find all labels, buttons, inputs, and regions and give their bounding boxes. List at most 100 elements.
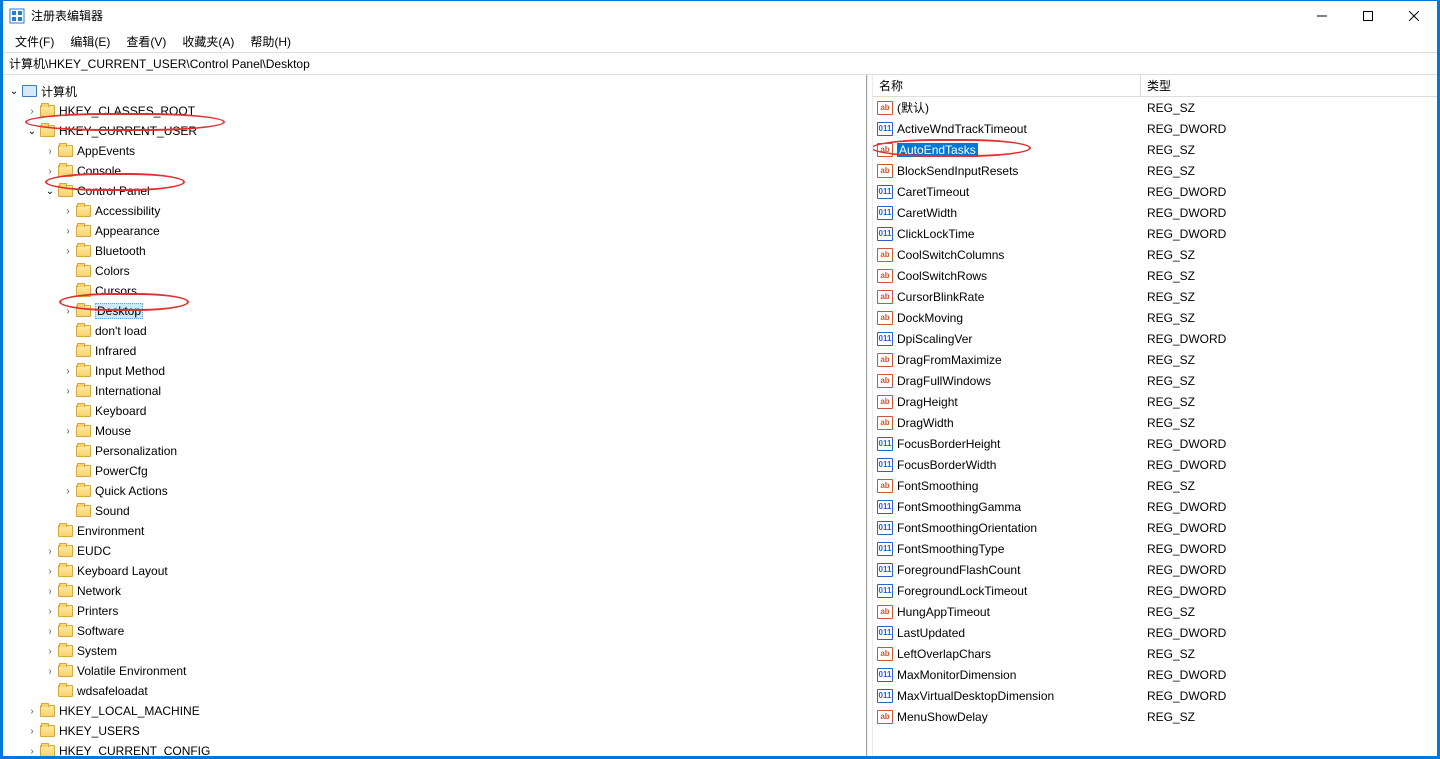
expander-icon[interactable]: ›: [61, 206, 75, 217]
expander-icon[interactable]: ›: [43, 646, 57, 657]
value-row[interactable]: 011CaretTimeoutREG_DWORD: [873, 181, 1437, 202]
expander-icon[interactable]: ›: [25, 706, 39, 717]
tree-cp-personalization[interactable]: Personalization: [7, 441, 866, 461]
expander-icon[interactable]: ›: [61, 486, 75, 497]
expander-icon[interactable]: ›: [61, 246, 75, 257]
close-button[interactable]: [1391, 1, 1437, 31]
expander-icon[interactable]: ›: [61, 426, 75, 437]
minimize-button[interactable]: [1299, 1, 1345, 31]
tree-cp-infrared[interactable]: Infrared: [7, 341, 866, 361]
tree-cp-international[interactable]: ›International: [7, 381, 866, 401]
tree-cp-desktop[interactable]: ›Desktop: [7, 301, 866, 321]
tree-hkcu-printers[interactable]: ›Printers: [7, 601, 866, 621]
value-row[interactable]: abLeftOverlapCharsREG_SZ: [873, 643, 1437, 664]
column-type[interactable]: 类型: [1141, 75, 1437, 96]
value-row[interactable]: abBlockSendInputResetsREG_SZ: [873, 160, 1437, 181]
tree-cp-don-t-load[interactable]: don't load: [7, 321, 866, 341]
menu-edit[interactable]: 编辑(E): [62, 31, 118, 52]
value-row[interactable]: abCursorBlinkRateREG_SZ: [873, 286, 1437, 307]
value-row[interactable]: 011ActiveWndTrackTimeoutREG_DWORD: [873, 118, 1437, 139]
tree-hkcu-control-panel[interactable]: ⌄Control Panel: [7, 181, 866, 201]
expander-icon[interactable]: ›: [61, 226, 75, 237]
tree-hkcu-software[interactable]: ›Software: [7, 621, 866, 641]
tree-cp-colors[interactable]: Colors: [7, 261, 866, 281]
address-bar[interactable]: 计算机\HKEY_CURRENT_USER\Control Panel\Desk…: [3, 53, 1437, 75]
tree-hku[interactable]: ›HKEY_USERS: [7, 721, 866, 741]
tree-cp-appearance[interactable]: ›Appearance: [7, 221, 866, 241]
tree-cp-bluetooth[interactable]: ›Bluetooth: [7, 241, 866, 261]
expander-icon[interactable]: ⌄: [43, 186, 57, 197]
value-row[interactable]: 011FocusBorderHeightREG_DWORD: [873, 433, 1437, 454]
tree-root[interactable]: ⌄计算机: [7, 81, 866, 101]
tree-hkcu-system[interactable]: ›System: [7, 641, 866, 661]
value-row[interactable]: abDragWidthREG_SZ: [873, 412, 1437, 433]
value-row[interactable]: 011FontSmoothingGammaREG_DWORD: [873, 496, 1437, 517]
tree-hkcu-eudc[interactable]: ›EUDC: [7, 541, 866, 561]
expander-icon[interactable]: ›: [61, 386, 75, 397]
tree-hkcr[interactable]: ›HKEY_CLASSES_ROOT: [7, 101, 866, 121]
expander-icon[interactable]: ›: [43, 166, 57, 177]
expander-icon[interactable]: ›: [25, 746, 39, 757]
value-row[interactable]: 011MaxMonitorDimensionREG_DWORD: [873, 664, 1437, 685]
tree-hkcu[interactable]: ⌄HKEY_CURRENT_USER: [7, 121, 866, 141]
value-row[interactable]: 011FontSmoothingOrientationREG_DWORD: [873, 517, 1437, 538]
expander-icon[interactable]: ⌄: [25, 126, 39, 137]
tree-pane[interactable]: ⌄计算机›HKEY_CLASSES_ROOT⌄HKEY_CURRENT_USER…: [3, 75, 867, 756]
tree-hklm[interactable]: ›HKEY_LOCAL_MACHINE: [7, 701, 866, 721]
tree-hkcu-wdsafeloadat[interactable]: wdsafeloadat: [7, 681, 866, 701]
tree-cp-input-method[interactable]: ›Input Method: [7, 361, 866, 381]
tree-cp-cursors[interactable]: Cursors: [7, 281, 866, 301]
expander-icon[interactable]: ›: [43, 546, 57, 557]
value-row[interactable]: abCoolSwitchRowsREG_SZ: [873, 265, 1437, 286]
value-row[interactable]: 011FocusBorderWidthREG_DWORD: [873, 454, 1437, 475]
expander-icon[interactable]: ›: [25, 726, 39, 737]
expander-icon[interactable]: ›: [43, 146, 57, 157]
maximize-button[interactable]: [1345, 1, 1391, 31]
value-row[interactable]: abCoolSwitchColumnsREG_SZ: [873, 244, 1437, 265]
expander-icon[interactable]: ›: [43, 586, 57, 597]
menu-view[interactable]: 查看(V): [118, 31, 174, 52]
expander-icon[interactable]: ›: [43, 626, 57, 637]
list-body[interactable]: ab(默认)REG_SZ011ActiveWndTrackTimeoutREG_…: [873, 97, 1437, 756]
value-row[interactable]: abDragHeightREG_SZ: [873, 391, 1437, 412]
value-row[interactable]: 011FontSmoothingTypeREG_DWORD: [873, 538, 1437, 559]
tree-cp-powercfg[interactable]: PowerCfg: [7, 461, 866, 481]
menu-favorites[interactable]: 收藏夹(A): [174, 31, 242, 52]
value-row[interactable]: 011MaxVirtualDesktopDimensionREG_DWORD: [873, 685, 1437, 706]
tree-hkcu-appevents[interactable]: ›AppEvents: [7, 141, 866, 161]
tree-hkcu-volatile-environment[interactable]: ›Volatile Environment: [7, 661, 866, 681]
value-row[interactable]: ab(默认)REG_SZ: [873, 97, 1437, 118]
column-name[interactable]: 名称: [873, 75, 1141, 96]
tree-hkcu-console[interactable]: ›Console: [7, 161, 866, 181]
tree-hkcu-keyboard-layout[interactable]: ›Keyboard Layout: [7, 561, 866, 581]
value-row[interactable]: 011ForegroundLockTimeoutREG_DWORD: [873, 580, 1437, 601]
expander-icon[interactable]: ›: [43, 566, 57, 577]
tree-hkcu-environment[interactable]: Environment: [7, 521, 866, 541]
tree-hkcu-network[interactable]: ›Network: [7, 581, 866, 601]
value-row[interactable]: 011CaretWidthREG_DWORD: [873, 202, 1437, 223]
value-row[interactable]: abAutoEndTasksREG_SZ: [873, 139, 1437, 160]
tree-cp-accessibility[interactable]: ›Accessibility: [7, 201, 866, 221]
tree-cp-quick-actions[interactable]: ›Quick Actions: [7, 481, 866, 501]
tree-cp-mouse[interactable]: ›Mouse: [7, 421, 866, 441]
tree-cp-keyboard[interactable]: Keyboard: [7, 401, 866, 421]
expander-icon[interactable]: ›: [43, 606, 57, 617]
value-row[interactable]: abDragFromMaximizeREG_SZ: [873, 349, 1437, 370]
tree-hkcc[interactable]: ›HKEY_CURRENT_CONFIG: [7, 741, 866, 756]
value-row[interactable]: abDockMovingREG_SZ: [873, 307, 1437, 328]
value-row[interactable]: abHungAppTimeoutREG_SZ: [873, 601, 1437, 622]
value-row[interactable]: 011DpiScalingVerREG_DWORD: [873, 328, 1437, 349]
value-row[interactable]: abMenuShowDelayREG_SZ: [873, 706, 1437, 727]
expander-icon[interactable]: ›: [43, 666, 57, 677]
expander-icon[interactable]: ⌄: [7, 86, 21, 97]
tree-cp-sound[interactable]: Sound: [7, 501, 866, 521]
menu-file[interactable]: 文件(F): [7, 31, 62, 52]
value-row[interactable]: abFontSmoothingREG_SZ: [873, 475, 1437, 496]
expander-icon[interactable]: ›: [61, 306, 75, 317]
expander-icon[interactable]: ›: [25, 106, 39, 117]
value-row[interactable]: 011ForegroundFlashCountREG_DWORD: [873, 559, 1437, 580]
menu-help[interactable]: 帮助(H): [242, 31, 299, 52]
value-row[interactable]: abDragFullWindowsREG_SZ: [873, 370, 1437, 391]
value-row[interactable]: 011LastUpdatedREG_DWORD: [873, 622, 1437, 643]
expander-icon[interactable]: ›: [61, 366, 75, 377]
